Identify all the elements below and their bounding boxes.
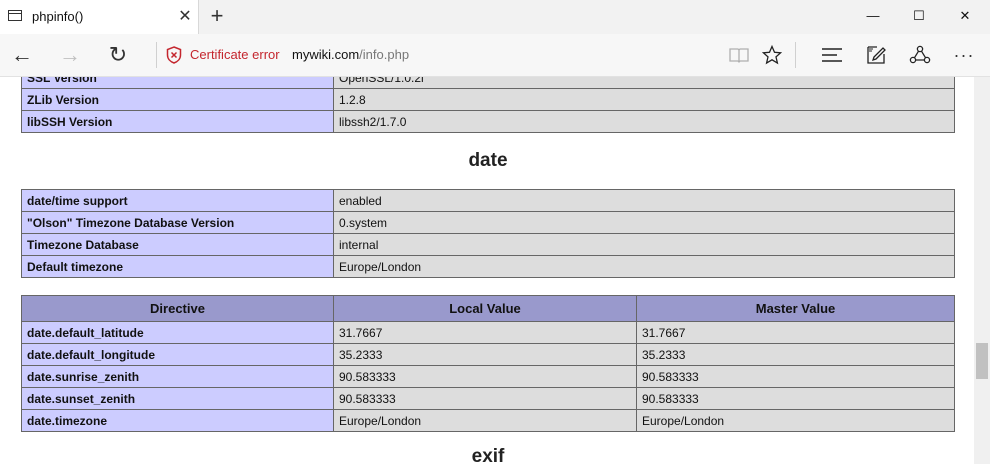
url-host: mywiki.com <box>292 47 360 62</box>
more-options-button[interactable]: ··· <box>944 34 984 76</box>
back-button[interactable]: ← <box>2 34 42 76</box>
hub-button[interactable] <box>813 34 851 76</box>
address-bar: ← → ↻ Certificate error mywiki.com/info.… <box>0 34 990 77</box>
directive-name: date.default_longitude <box>21 343 334 366</box>
curl-info-rows: SSL Version OpenSSL/1.0.2l ZLib Version 1.2… <box>21 77 955 133</box>
local-value: 35.2333 <box>333 343 637 366</box>
row-value: internal <box>333 233 955 256</box>
directive-name: date.sunset_zenith <box>21 387 334 410</box>
date-info-table: date/time support enabled "Olson" Timezone… <box>21 189 955 278</box>
table-row: date.sunset_zenith 90.583333 90.583333 <box>21 387 955 410</box>
master-value: 90.583333 <box>636 387 955 410</box>
row-label: libSSH Version <box>21 110 334 133</box>
maximize-button[interactable]: ☐ <box>896 0 942 32</box>
url-field[interactable]: mywiki.com/info.php <box>292 47 409 62</box>
share-icon <box>909 45 931 64</box>
certificate-error-label: Certificate error <box>190 47 280 62</box>
tab-title: phpinfo() <box>32 9 84 24</box>
local-value: 90.583333 <box>333 365 637 388</box>
star-icon <box>762 45 782 65</box>
table-row: date/time support enabled <box>21 189 955 212</box>
local-value: 90.583333 <box>333 387 637 410</box>
hub-icon <box>822 48 842 62</box>
close-window-button[interactable]: ✕ <box>942 0 988 32</box>
new-tab-button[interactable]: + <box>205 3 229 29</box>
row-label: SSL Version <box>21 77 334 89</box>
column-header-directive: Directive <box>21 295 334 322</box>
page-icon <box>8 10 22 21</box>
row-value: 0.system <box>333 211 955 234</box>
date-directives-table: Directive Local Value Master Value date.… <box>21 295 955 432</box>
row-value: Europe/London <box>333 255 955 278</box>
master-value: Europe/London <box>636 409 955 432</box>
title-bar: phpinfo() ✕ + — ☐ ✕ <box>0 0 990 34</box>
minimize-button[interactable]: — <box>850 0 896 32</box>
column-header-local-value: Local Value <box>333 295 637 322</box>
table-row: date.timezone Europe/London Europe/London <box>21 409 955 432</box>
table-row: ZLib Version 1.2.8 <box>21 88 955 111</box>
table-row: "Olson" Timezone Database Version 0.syste… <box>21 211 955 234</box>
directive-name: date.timezone <box>21 409 334 432</box>
row-value: OpenSSL/1.0.2l <box>333 77 955 89</box>
shield-error-icon <box>166 46 182 64</box>
table-row: date.sunrise_zenith 90.583333 90.583333 <box>21 365 955 388</box>
web-note-button[interactable] <box>857 34 895 76</box>
local-value: 31.7667 <box>333 321 637 344</box>
vertical-scrollbar[interactable] <box>974 77 990 464</box>
row-label: ZLib Version <box>21 88 334 111</box>
forward-button[interactable]: → <box>50 34 90 76</box>
row-value: libssh2/1.7.0 <box>333 110 955 133</box>
section-heading-exif: exif <box>471 446 505 464</box>
column-header-master-value: Master Value <box>636 295 955 322</box>
table-row: date.default_longitude 35.2333 35.2333 <box>21 343 955 366</box>
url-path: /info.php <box>359 47 410 62</box>
share-button[interactable] <box>901 34 939 76</box>
table-row: libSSH Version libssh2/1.7.0 <box>21 110 955 133</box>
local-value: Europe/London <box>333 409 637 432</box>
browser-tab[interactable]: phpinfo() ✕ <box>0 0 199 34</box>
section-heading-date: date <box>468 150 508 171</box>
curl-info-table: SSL Version OpenSSL/1.0.2l ZLib Version 1.2… <box>21 77 955 133</box>
table-row: Timezone Database internal <box>21 233 955 256</box>
table-row: date.default_latitude 31.7667 31.7667 <box>21 321 955 344</box>
row-value: enabled <box>333 189 955 212</box>
row-label: Default timezone <box>21 255 334 278</box>
row-label: "Olson" Timezone Database Version <box>21 211 334 234</box>
row-label: Timezone Database <box>21 233 334 256</box>
book-icon <box>729 48 749 63</box>
row-label: date/time support <box>21 189 334 212</box>
scrollbar-thumb[interactable] <box>976 343 988 379</box>
master-value: 31.7667 <box>636 321 955 344</box>
table-row: Default timezone Europe/London <box>21 255 955 278</box>
tab-close-button[interactable]: ✕ <box>176 6 194 26</box>
directives-header-row: Directive Local Value Master Value <box>21 295 955 322</box>
phpinfo-content: SSL Version OpenSSL/1.0.2l ZLib Version 1.2… <box>21 77 955 464</box>
page-viewport: SSL Version OpenSSL/1.0.2l ZLib Version 1.2… <box>0 77 974 464</box>
web-note-icon <box>867 46 886 64</box>
refresh-button[interactable]: ↻ <box>98 34 138 76</box>
directive-name: date.sunrise_zenith <box>21 365 334 388</box>
favorite-button[interactable] <box>753 34 791 76</box>
master-value: 90.583333 <box>636 365 955 388</box>
divider <box>156 42 157 68</box>
date-info-rows: date/time support enabled "Olson" Timezone… <box>21 189 955 278</box>
directive-rows: date.default_latitude 31.7667 31.7667 date.… <box>21 321 955 432</box>
directive-name: date.default_latitude <box>21 321 334 344</box>
divider <box>795 42 796 68</box>
master-value: 35.2333 <box>636 343 955 366</box>
table-row: SSL Version OpenSSL/1.0.2l <box>21 77 955 89</box>
row-value: 1.2.8 <box>333 88 955 111</box>
